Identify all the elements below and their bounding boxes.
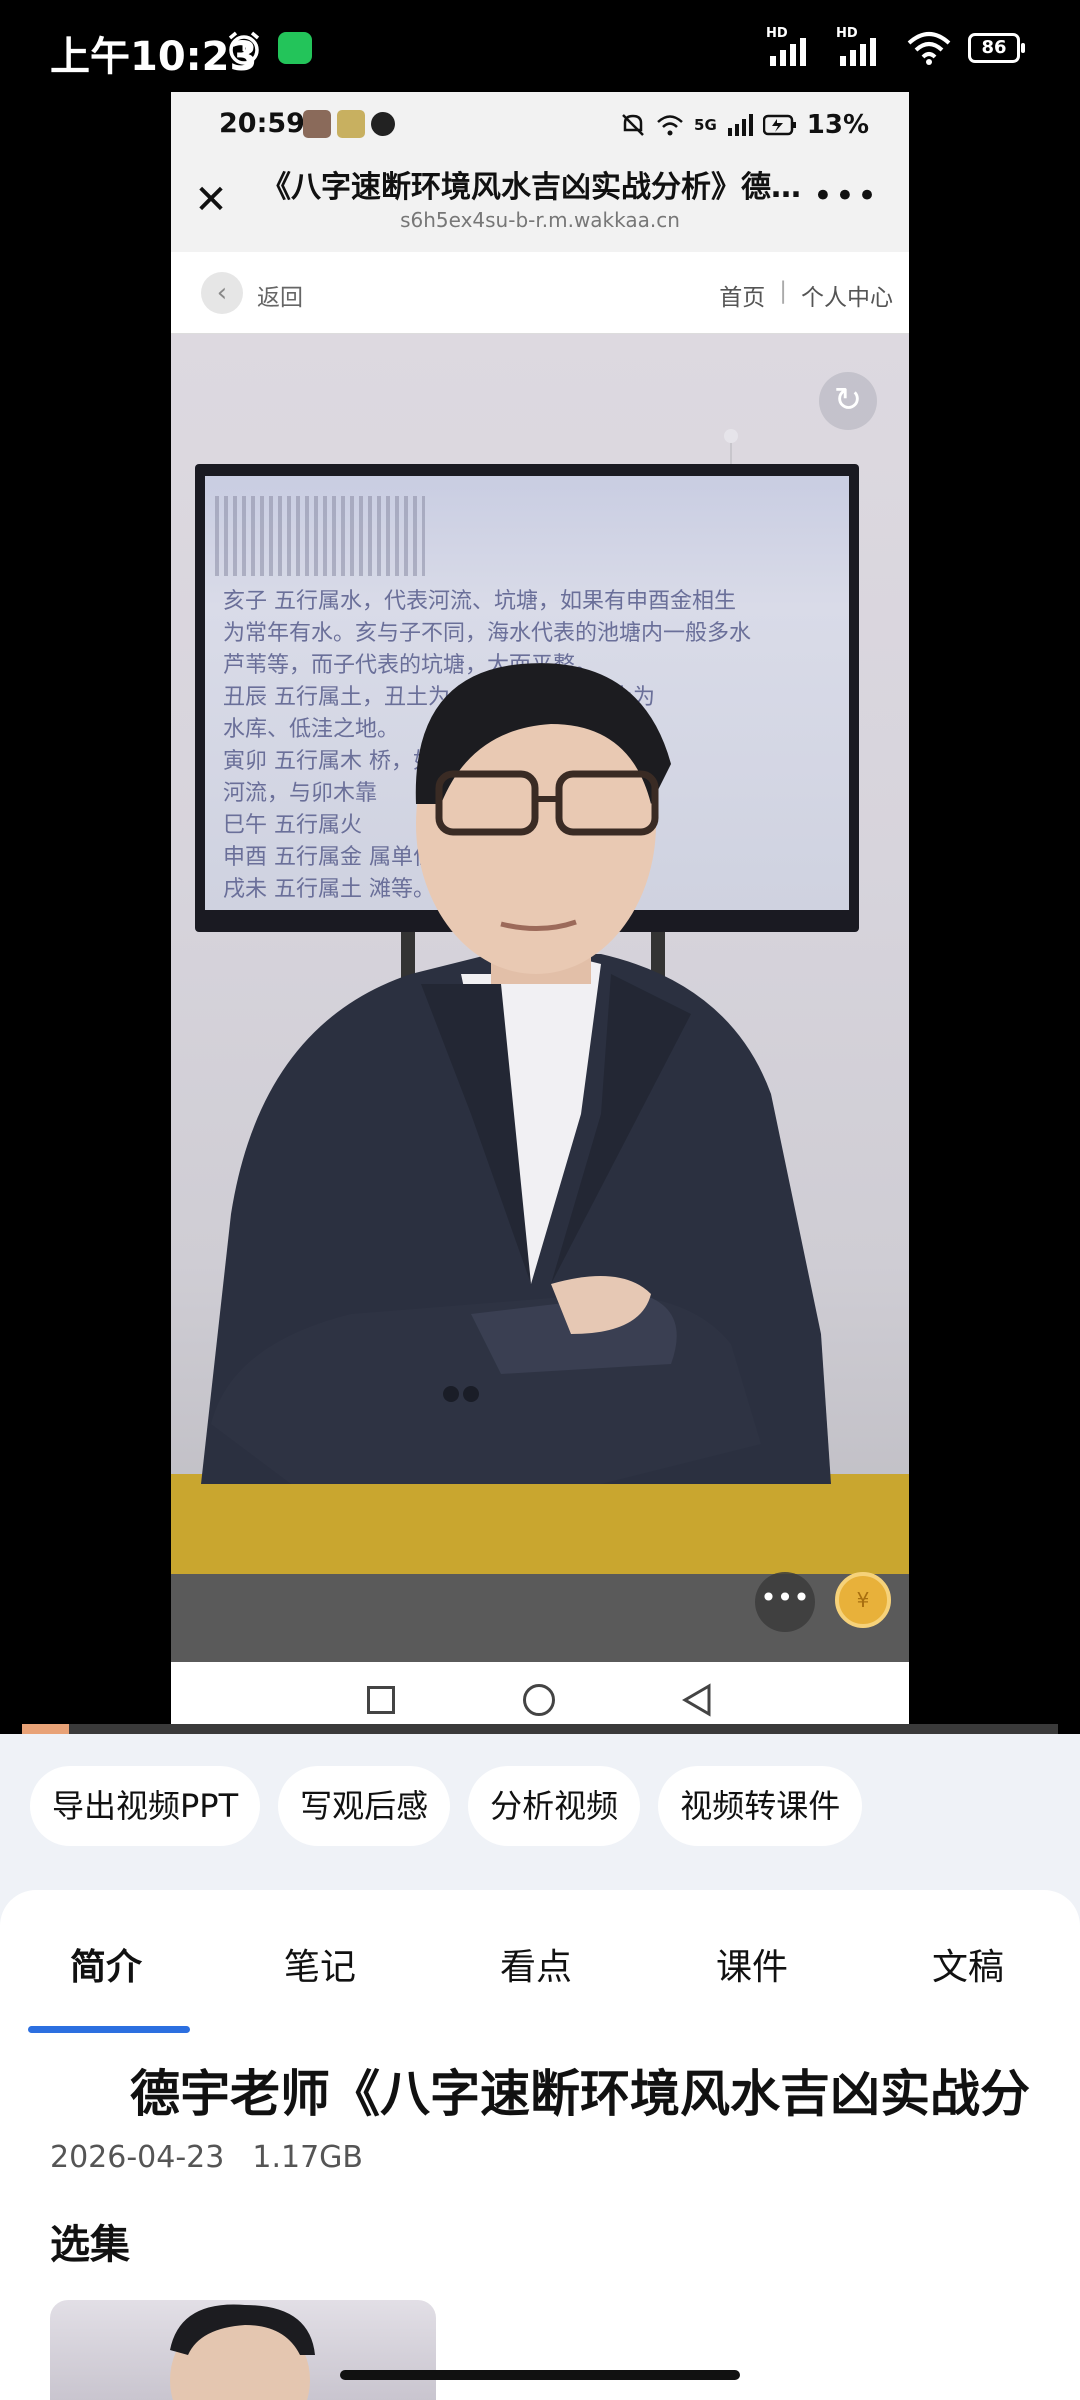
avatar-icon: [337, 110, 365, 138]
profile-link[interactable]: 个人中心: [801, 278, 893, 312]
signal-icon: HD: [766, 26, 820, 66]
more-options-icon[interactable]: •••: [755, 1572, 815, 1632]
video-title: 德宇老师《八字速断环境风水吉凶实战分析》: [130, 2065, 1030, 2123]
video-player[interactable]: 亥子 五行属水，代表河流、坑塘，如果有申酉金相生 为常年有水。亥与子不同，海水代…: [171, 334, 909, 1662]
refresh-icon[interactable]: ↻: [819, 372, 877, 430]
network-label: 5G: [694, 116, 717, 134]
page-title: 《八字速断环境风水吉凶实战分析》德...: [261, 170, 801, 205]
battery-icon: 86: [968, 33, 1025, 63]
video-to-courseware-button[interactable]: 视频转课件: [658, 1766, 863, 1846]
active-tab-indicator: [28, 2026, 190, 2033]
detail-tabs: 简介 笔记 看点 课件 文稿: [0, 1938, 1080, 2033]
video-meta: 2026-04-23 1.17GB: [50, 2140, 363, 2175]
avatar-icon: [303, 110, 331, 138]
wechat-notification-icon: [278, 32, 312, 64]
tab-transcript[interactable]: 文稿: [932, 1938, 1004, 1990]
mute-icon: [622, 114, 644, 136]
export-ppt-button[interactable]: 导出视频PPT: [30, 1766, 261, 1846]
inner-status-bar: 20:59 5G 13%: [171, 92, 909, 158]
back-link[interactable]: 返回: [257, 278, 303, 312]
detail-card: 简介 笔记 看点 课件 文稿 德宇老师《八字速断环境风水吉凶实战分析》 2026…: [0, 1890, 1080, 2400]
analyze-video-button[interactable]: 分析视频: [468, 1766, 641, 1846]
video-info-panel: 导出视频PPT 写观后感 分析视频 视频转课件 简介 笔记 看点 课件 文稿 德…: [0, 1734, 1080, 2400]
home-indicator[interactable]: [340, 2370, 740, 2380]
tab-notes[interactable]: 笔记: [284, 1938, 356, 1990]
alarm-icon: [228, 31, 260, 65]
ai-action-bar: 导出视频PPT 写观后感 分析视频 视频转课件: [0, 1766, 1080, 1846]
tab-intro[interactable]: 简介: [70, 1938, 142, 1990]
write-review-button[interactable]: 写观后感: [278, 1766, 451, 1846]
back-icon[interactable]: ‹: [201, 272, 243, 314]
reward-coin-icon[interactable]: ¥: [835, 1572, 891, 1628]
inner-clock: 20:59: [219, 108, 305, 139]
tab-courseware[interactable]: 课件: [716, 1938, 788, 1990]
video-progress-fill: [22, 1724, 69, 1734]
wifi-icon: [657, 115, 683, 136]
video-progress-bar[interactable]: [22, 1724, 1058, 1734]
episodes-heading: 选集: [50, 2222, 130, 2268]
video-date: 2026-04-23: [50, 2140, 225, 2175]
battery-charging-icon: [762, 114, 796, 136]
tab-highlights[interactable]: 看点: [500, 1938, 572, 1990]
home-link[interactable]: 首页: [719, 278, 765, 312]
back-triangle-icon: [682, 1683, 711, 1717]
presenter-figure: [201, 663, 831, 1484]
signal-icon: HD: [836, 26, 890, 66]
message-icon: [371, 112, 395, 136]
more-icon[interactable]: •••: [813, 176, 879, 216]
signal-icon: [727, 114, 753, 136]
site-subnav: ‹ 返回 首页 | 个人中心: [171, 252, 909, 334]
episode-thumbnail[interactable]: [50, 2300, 436, 2400]
page-url: s6h5ex4su-b-r.m.wakkaa.cn: [400, 208, 680, 232]
video-size: 1.17GB: [252, 2140, 363, 2175]
recent-apps-icon: [367, 1686, 395, 1714]
episode-thumbnail-image: [170, 2304, 315, 2400]
browser-header: ✕ 《八字速断环境风水吉凶实战分析》德... s6h5ex4su-b-r.m.w…: [171, 158, 909, 252]
wifi-icon: [907, 32, 951, 65]
inner-battery-percent: 13%: [806, 110, 869, 140]
home-icon: [523, 1684, 555, 1716]
os-status-bar: 上午10:23 HD HD 86: [0, 0, 1080, 100]
link-separator: |: [779, 278, 787, 304]
embedded-screen-recording: 20:59 5G 13% ✕ 《八字速断环境风水吉凶实战分析》德... s6h5…: [171, 92, 909, 1734]
